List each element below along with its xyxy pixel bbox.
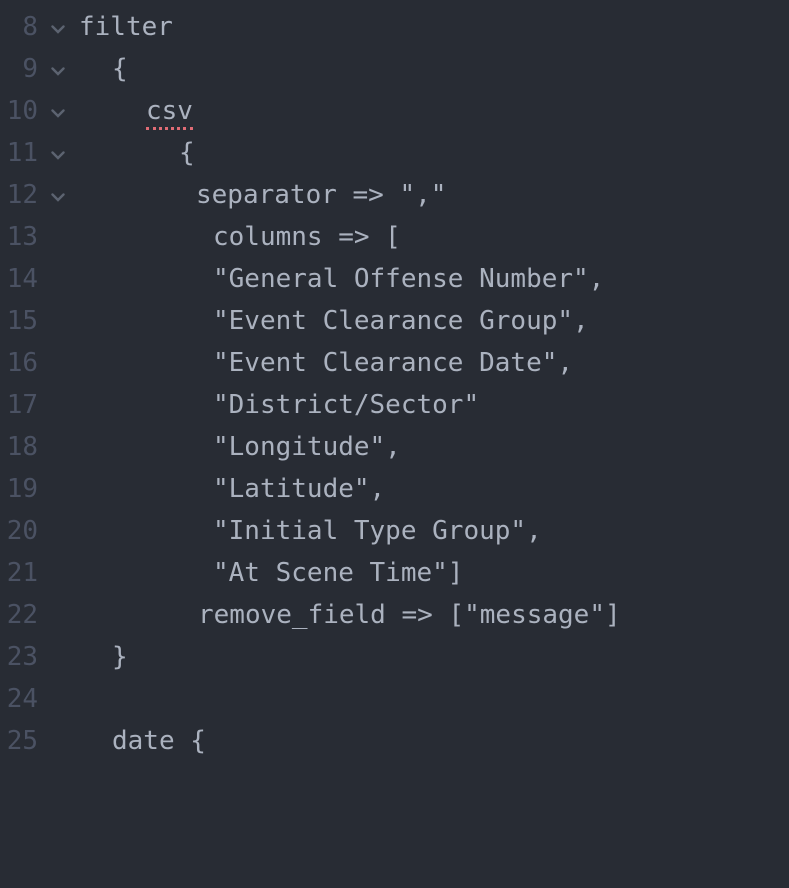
code-text[interactable]: "Longitude", — [213, 426, 401, 468]
code-text[interactable]: csv — [146, 90, 193, 132]
spelling-error-underline[interactable]: csv — [146, 96, 193, 130]
code-text[interactable]: "At Scene Time"] — [213, 552, 463, 594]
fold-toggle[interactable] — [48, 90, 70, 132]
code-line[interactable]: 23 } — [0, 636, 789, 678]
code-line[interactable]: 11 { — [0, 132, 789, 174]
line-number: 9 — [22, 54, 38, 84]
code-line[interactable]: 25 date { — [0, 720, 789, 762]
code-text[interactable]: "Latitude", — [213, 468, 385, 510]
code-text[interactable]: "Initial Type Group", — [213, 510, 542, 552]
code-text[interactable]: { — [112, 48, 128, 90]
code-text[interactable]: "Event Clearance Group", — [213, 300, 589, 342]
line-number: 10 — [6, 96, 38, 126]
code-line[interactable]: 20 "Initial Type Group", — [0, 510, 789, 552]
chevron-down-icon — [51, 109, 65, 118]
code-text[interactable]: columns => [ — [213, 216, 401, 258]
line-number: 21 — [6, 558, 38, 588]
line-number: 20 — [6, 516, 38, 546]
code-line[interactable]: 14 "General Offense Number", — [0, 258, 789, 300]
line-number: 25 — [6, 726, 38, 756]
line-number: 24 — [6, 684, 38, 714]
line-number: 22 — [6, 600, 38, 630]
fold-toggle[interactable] — [48, 174, 70, 216]
code-text[interactable]: "Event Clearance Date", — [213, 342, 573, 384]
code-text[interactable]: date { — [112, 720, 206, 762]
fold-toggle[interactable] — [48, 6, 70, 48]
line-number: 13 — [6, 222, 38, 252]
code-line[interactable]: 16 "Event Clearance Date", — [0, 342, 789, 384]
code-text[interactable]: { — [179, 132, 195, 174]
chevron-down-icon — [51, 25, 65, 34]
line-number: 19 — [6, 474, 38, 504]
code-line[interactable]: 18 "Longitude", — [0, 426, 789, 468]
code-text[interactable]: filter — [79, 6, 173, 48]
code-line[interactable]: 24 — [0, 678, 789, 720]
fold-toggle[interactable] — [48, 132, 70, 174]
code-line[interactable]: 17 "District/Sector" — [0, 384, 789, 426]
code-line[interactable]: 15 "Event Clearance Group", — [0, 300, 789, 342]
line-number: 8 — [22, 12, 38, 42]
line-number: 17 — [6, 390, 38, 420]
code-line[interactable]: 21 "At Scene Time"] — [0, 552, 789, 594]
line-number: 23 — [6, 642, 38, 672]
line-number: 16 — [6, 348, 38, 378]
code-line[interactable]: 13 columns => [ — [0, 216, 789, 258]
code-line[interactable]: 8 filter — [0, 6, 789, 48]
code-line[interactable]: 22 remove_field => ["message"] — [0, 594, 789, 636]
code-text[interactable]: remove_field => ["message"] — [198, 594, 621, 636]
chevron-down-icon — [51, 193, 65, 202]
fold-toggle[interactable] — [48, 48, 70, 90]
code-line[interactable]: 10 csv — [0, 90, 789, 132]
chevron-down-icon — [51, 151, 65, 160]
line-number: 12 — [6, 180, 38, 210]
code-text[interactable]: } — [112, 636, 128, 678]
code-text[interactable]: separator => "," — [196, 174, 446, 216]
line-number: 18 — [6, 432, 38, 462]
code-line[interactable]: 9 { — [0, 48, 789, 90]
line-number: 11 — [6, 138, 38, 168]
code-text[interactable]: "District/Sector" — [213, 384, 479, 426]
line-number: 14 — [6, 264, 38, 294]
chevron-down-icon — [51, 67, 65, 76]
code-text[interactable]: "General Offense Number", — [213, 258, 604, 300]
code-line[interactable]: 19 "Latitude", — [0, 468, 789, 510]
line-number: 15 — [6, 306, 38, 336]
code-line[interactable]: 12 separator => "," — [0, 174, 789, 216]
code-editor[interactable]: 8 filter 9 { 10 csv 11 { 12 separator =>… — [0, 6, 789, 762]
